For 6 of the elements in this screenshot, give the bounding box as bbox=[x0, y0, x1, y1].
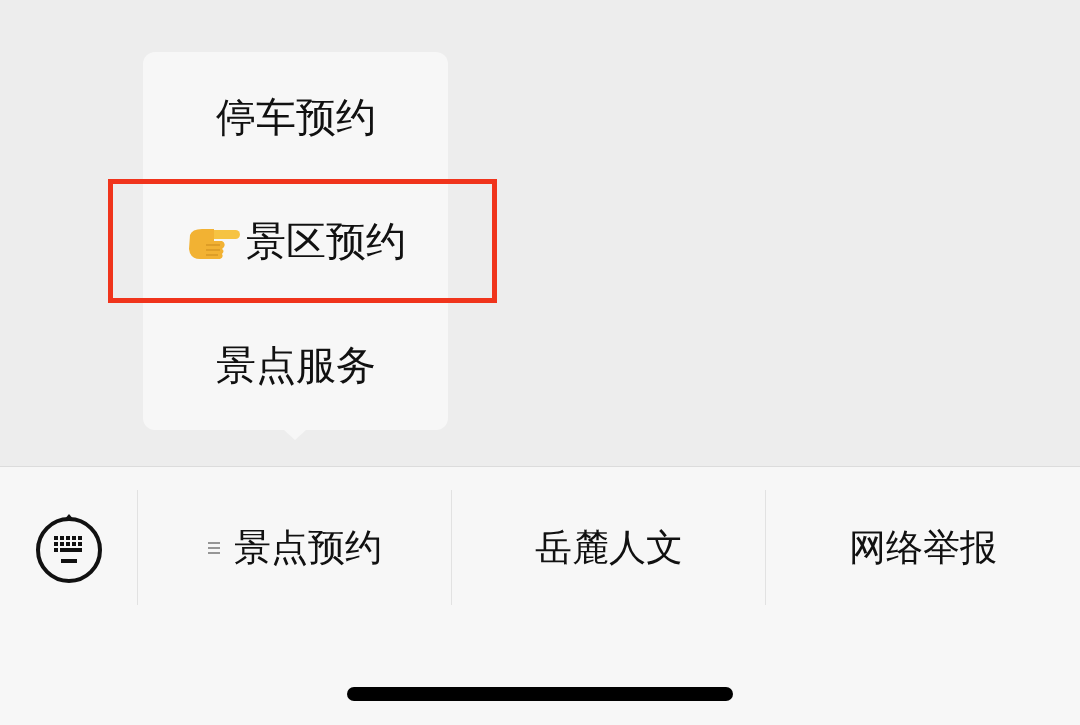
menu-item[interactable]: 景区预约 bbox=[245, 221, 406, 261]
menu-item[interactable]: 停车预约 bbox=[215, 97, 376, 137]
menu-tab[interactable]: 景点预约 bbox=[207, 529, 382, 566]
menu-tab[interactable]: 网络举报 bbox=[849, 529, 997, 566]
menu-tab[interactable]: 岳麓人文 bbox=[534, 529, 683, 566]
menu-item[interactable]: 景点服务 bbox=[215, 345, 376, 385]
